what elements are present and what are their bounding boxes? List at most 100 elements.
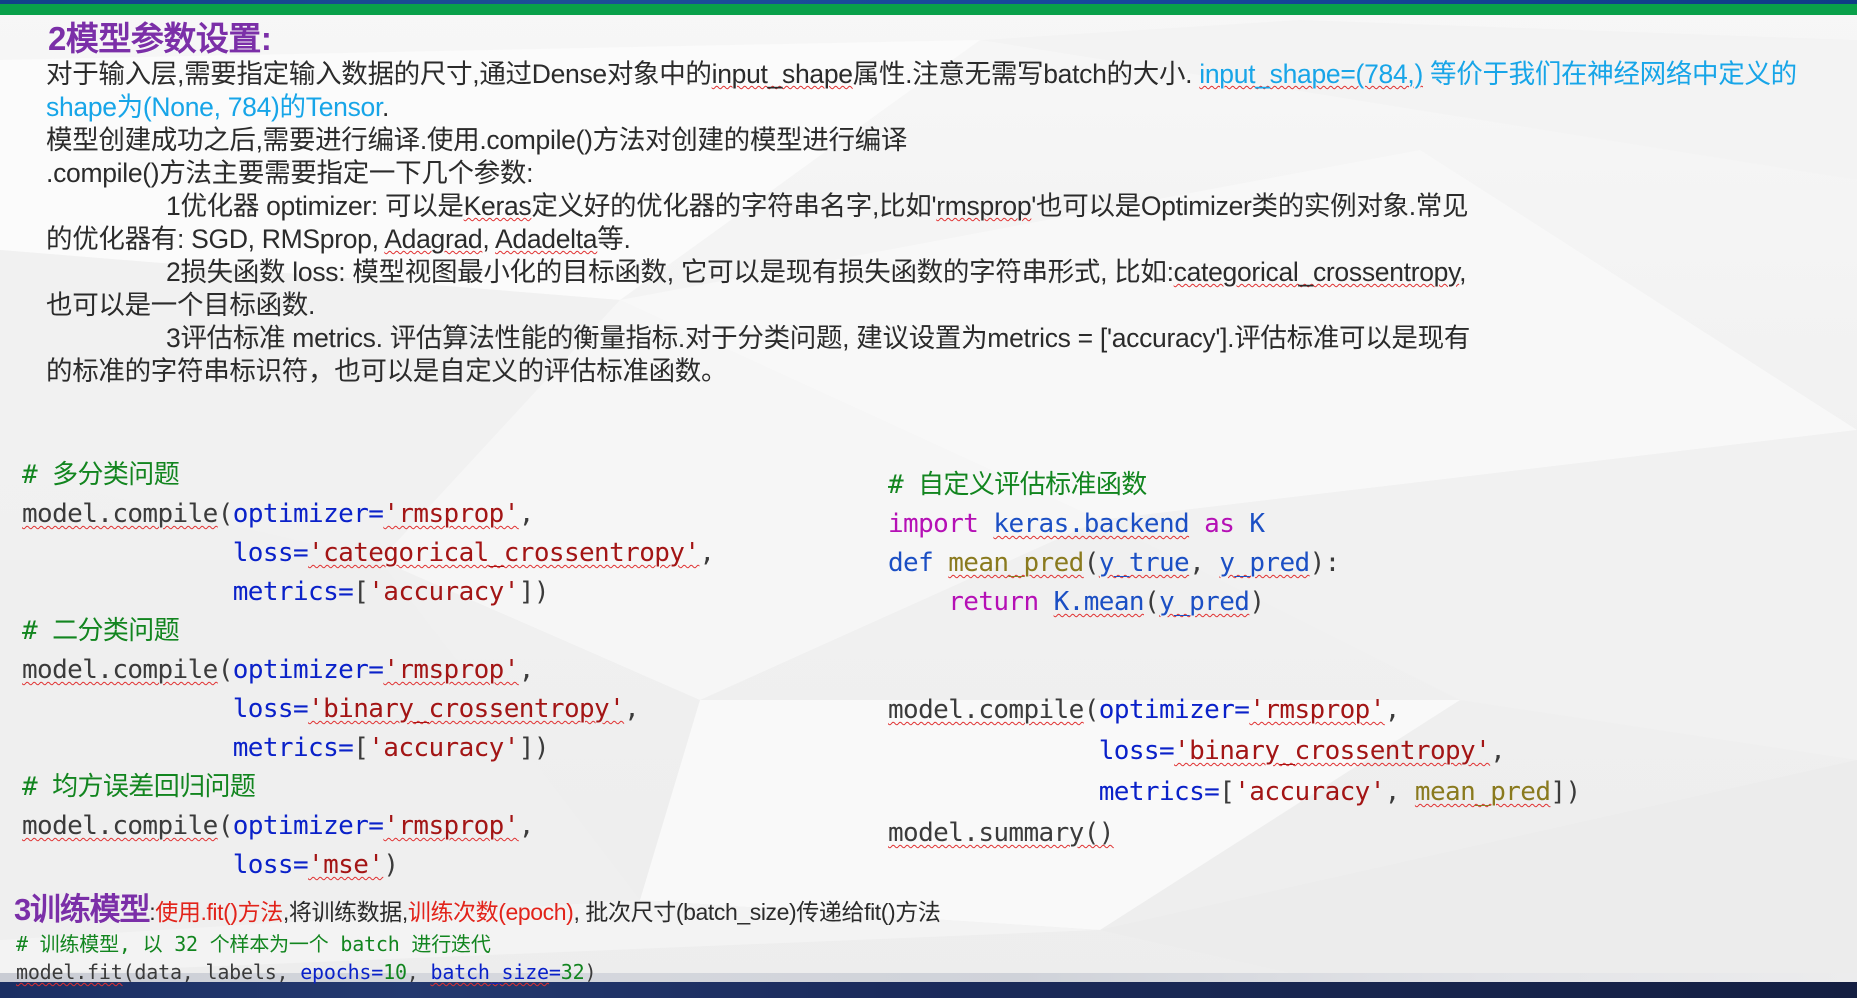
paragraph-line-1: 对于输入层,需要指定输入数据的尺寸,通过Dense对象中的input_shape…: [46, 58, 1846, 124]
code-right-kw-return: return: [948, 587, 1039, 617]
code-right-comment-1: # 自定义评估标准函数: [888, 470, 1147, 500]
code-right2-kw-optimizer: optimizer: [1098, 695, 1235, 725]
code-left-paren-3: (: [217, 811, 234, 841]
paragraph-line-3: .compile()方法主要需要指定一下几个参数:: [46, 158, 534, 188]
code-left-comment-2: # 二分类问题: [22, 616, 180, 646]
item1-a: 1优化器 optimizer: 可以是: [166, 191, 464, 221]
code-left-str-loss-1: 'categorical_crossentropy': [308, 538, 700, 568]
item1-e: ,: [482, 224, 496, 254]
code-right-arg-y-true: y_true: [1098, 548, 1190, 578]
code-left-comma-1: ,: [518, 499, 535, 529]
code-bottom-num-epochs: 10: [383, 960, 407, 984]
code-left-eq-3: =: [338, 577, 354, 607]
code-left-call-2: model.compile: [22, 655, 218, 685]
code-right2-lbrack: [: [1219, 777, 1235, 807]
paragraph-item-1: 1优化器 optimizer: 可以是Keras定义好的优化器的字符串名字,比如…: [46, 190, 1846, 223]
code-right2-str-binary: 'binary_crossentropy': [1174, 736, 1491, 766]
section-heading-3-row: 3训练模型:使用.fit()方法,将训练数据,训练次数(epoch), 批次尺寸…: [14, 884, 941, 929]
code-bottom-lparen: (: [122, 960, 135, 984]
code-left-str-accuracy-1: 'accuracy': [368, 577, 519, 607]
code-left-eq-6: =: [338, 733, 354, 763]
heading3-red-1: 使用.fit()方法: [155, 899, 283, 925]
code-bottom-comma-3: ,: [406, 960, 419, 984]
code-bottom-kw-epochs: epochs: [300, 960, 372, 984]
code-left-eq-5: =: [292, 694, 309, 724]
code-right-kw-as: as: [1204, 509, 1235, 539]
code-block-right-lower: model.compile(optimizer='rmsprop', loss=…: [888, 690, 1581, 854]
item1-d: 的优化器有: SGD, RMSprop,: [46, 224, 385, 254]
code-right2-eq-1: =: [1234, 695, 1250, 725]
code-right2-eq-2: =: [1158, 736, 1175, 766]
code-right-arg-y-pred: y_pred: [1219, 548, 1310, 578]
code-left-lbrack-1: [: [353, 577, 369, 607]
code-left-eq-7: =: [368, 811, 384, 841]
code-left-paren-2: (: [217, 655, 234, 685]
code-right-module-keras-backend: keras.backend: [993, 509, 1190, 539]
heading3-black-2: , 批次尺寸(batch_size)传递给fit()方法: [573, 899, 941, 925]
section-heading-3: 3训练模型: [14, 892, 150, 927]
code-left-call-1: model.compile: [22, 499, 218, 529]
code-left-rparen-2: ): [533, 733, 550, 763]
code-bottom-rparen: ): [584, 960, 597, 984]
slide-content: 2模型参数设置: 对于输入层,需要指定输入数据的尺寸,通过Dense对象中的in…: [0, 0, 1857, 998]
paragraph-line-2: 模型创建成功之后,需要进行编译.使用.compile()方法对创建的模型进行编译: [46, 125, 908, 155]
heading3-red-2: 训练次数(epoch): [407, 899, 574, 925]
para-l1-input-shape: input_shape: [711, 59, 853, 89]
code-right-rparen-def: ):: [1309, 548, 1341, 578]
code-right2-call-compile: model.compile: [888, 695, 1084, 725]
code-right2-metric-mean-pred: mean_pred: [1414, 777, 1551, 807]
item1-keras: Keras: [463, 191, 532, 221]
code-right2-comma-1: ,: [1384, 695, 1401, 725]
code-right2-rparen: ): [1565, 777, 1581, 807]
code-right2-kw-loss: loss: [1098, 736, 1160, 766]
paragraph-item-1-cont: 的优化器有: SGD, RMSprop, Adagrad, Adadelta等.: [46, 223, 1846, 256]
code-right-lparen-ret: (: [1143, 587, 1160, 617]
code-left-rbrack-1: ]: [518, 577, 535, 607]
code-bottom-eq-1: =: [371, 960, 384, 984]
code-right2-comma-3: ,: [1384, 777, 1401, 807]
code-left-str-rmsprop-2: 'rmsprop': [383, 655, 519, 685]
paragraph-item-2: 2损失函数 loss: 模型视图最小化的目标函数, 它可以是现有损失函数的字符串…: [46, 256, 1846, 289]
code-left-comma-4: ,: [624, 694, 640, 724]
code-right2-rbrack: ]: [1550, 777, 1566, 807]
code-left-comment-1: # 多分类问题: [22, 460, 180, 490]
code-right-ret-arg-y-pred: y_pred: [1159, 587, 1250, 617]
code-left-str-accuracy-2: 'accuracy': [368, 733, 519, 763]
para-l1-a: 对于输入层,需要指定输入数据的尺寸,通过Dense对象中的: [46, 59, 712, 89]
code-left-kw-metrics-1: metrics: [232, 577, 339, 607]
code-right-alias-K: K: [1249, 509, 1265, 539]
code-right2-kw-metrics: metrics: [1098, 777, 1205, 807]
code-right-lparen-def: (: [1083, 548, 1100, 578]
code-left-comma-5: ,: [518, 811, 535, 841]
item2-categorical: categorical_crossentropy: [1173, 257, 1460, 287]
code-right-kw-def: def: [888, 548, 934, 578]
code-left-eq-1: =: [368, 499, 384, 529]
code-left-kw-loss-2: loss: [232, 694, 294, 724]
code-bottom-comment: # 训练模型, 以 32 个样本为一个 batch 进行迭代: [16, 932, 491, 956]
code-left-kw-optimizer-1: optimizer: [232, 499, 369, 529]
code-right-call-k-mean: K.mean: [1053, 587, 1145, 617]
code-bottom-kw-batch-size: batch_size: [430, 960, 549, 984]
body-paragraph: 对于输入层,需要指定输入数据的尺寸,通过Dense对象中的input_shape…: [46, 58, 1846, 388]
code-left-str-loss-2: 'binary_crossentropy': [308, 694, 625, 724]
para-l1-c: 属性.注意无需写batch的大小.: [852, 59, 1200, 89]
code-block-bottom: # 训练模型, 以 32 个样本为一个 batch 进行迭代 model.fit…: [16, 930, 596, 986]
item1-adadelta: Adadelta: [495, 224, 598, 254]
item1-adagrad: Adagrad: [384, 224, 483, 254]
code-right2-str-accuracy: 'accuracy': [1234, 777, 1385, 807]
paragraph-item-3: 3评估标准 metrics. 评估算法性能的衡量指标.对于分类问题, 建议设置为…: [46, 322, 1846, 355]
item1-f: 等.: [597, 224, 631, 254]
code-left-kw-optimizer-3: optimizer: [232, 811, 369, 841]
code-left-comma-2: ,: [699, 538, 715, 568]
code-right2-comma-2: ,: [1490, 736, 1506, 766]
code-bottom-arg-labels: labels: [205, 960, 277, 984]
code-left-kw-optimizer-2: optimizer: [232, 655, 369, 685]
para-l1-period: .: [382, 92, 390, 122]
item1-rmsprop: rmsprop: [936, 191, 1032, 221]
para-l1-blue-code: input_shape=(784,): [1199, 59, 1423, 89]
paragraph-item-2-cont: 也可以是一个目标函数.: [46, 290, 316, 320]
code-right-fn-mean-pred: mean_pred: [948, 548, 1084, 578]
code-left-paren-1: (: [217, 499, 234, 529]
slide-canvas: 2模型参数设置: 对于输入层,需要指定输入数据的尺寸,通过Dense对象中的in…: [0, 0, 1857, 998]
item2-a: 2损失函数 loss: 模型视图最小化的目标函数, 它可以是现有损失函数的字符串…: [166, 257, 1174, 287]
